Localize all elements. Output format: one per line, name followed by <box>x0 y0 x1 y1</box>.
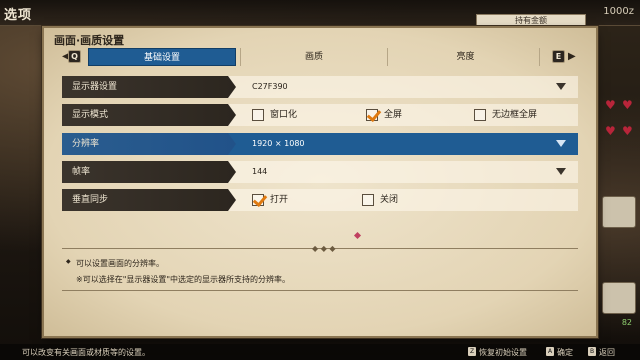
tab-brightness[interactable]: 亮度 <box>392 48 540 66</box>
confirm-button[interactable]: A 确定 <box>546 347 573 358</box>
description-line-1: 可以设置画面的分辨率。 <box>76 259 164 268</box>
setting-label: 垂直同步 <box>62 189 236 211</box>
option-label: 无边框全屏 <box>492 110 538 120</box>
back-button[interactable]: B 返回 <box>588 347 615 358</box>
checkmark-icon[interactable] <box>366 109 378 121</box>
dropdown-arrow-icon[interactable] <box>556 168 566 175</box>
setting-label: 分辨率 <box>62 133 236 155</box>
option-vsync-off[interactable]: 关闭 <box>362 193 398 207</box>
description-line-2: ※可以选择在"显示器设置"中选定的显示器所支持的分辨率。 <box>76 275 291 284</box>
monitor-value: C27F390 <box>252 82 288 91</box>
description-divider: ◆ ◆ ◆ <box>62 244 578 256</box>
tab-prev-key[interactable]: Q <box>68 50 81 63</box>
screen-title: 选项 <box>4 8 33 23</box>
reset-defaults-button[interactable]: Z 恢复初始设置 <box>468 347 527 358</box>
setting-row-monitor[interactable]: 显示器设置 C27F390 <box>62 76 578 98</box>
heart-icon: ♥ <box>605 124 616 138</box>
key-b-icon: B <box>588 347 596 356</box>
pointer-cursor-icon <box>353 231 362 240</box>
background-card <box>602 282 636 314</box>
money-counter: 1000z <box>603 6 634 17</box>
frame-rate-value: 144 <box>252 167 268 176</box>
checkmark-icon[interactable] <box>252 194 264 206</box>
settings-panel: 画面·画质设置 ◀ Q 基础设置 画质 亮度 E ▶ 显示器设置 C27F390… <box>44 28 596 336</box>
panel-title: 画面·画质设置 <box>54 34 125 47</box>
control-label: 恢复初始设置 <box>479 348 527 357</box>
setting-row-vsync[interactable]: 垂直同步 打开 关闭 <box>62 189 578 211</box>
bullet-icon: ◆ <box>66 258 71 265</box>
option-borderless[interactable]: 无边框全屏 <box>474 108 537 122</box>
option-label: 打开 <box>270 195 289 205</box>
checkbox-icon[interactable] <box>362 194 374 206</box>
option-windowed[interactable]: 窗口化 <box>252 108 297 122</box>
heart-icon: ♥ <box>622 98 633 112</box>
dropdown-arrow-icon[interactable] <box>556 83 566 90</box>
option-label: 全屏 <box>384 110 403 120</box>
chevron-right-icon: ▶ <box>568 51 576 62</box>
option-fullscreen[interactable]: 全屏 <box>366 108 402 122</box>
key-z-icon: Z <box>468 347 476 356</box>
key-a-icon: A <box>546 347 554 356</box>
option-label: 关闭 <box>380 195 399 205</box>
dropdown-arrow-icon[interactable] <box>556 140 566 147</box>
bottom-bar: 可以改变有关画面或材质等的设置。 Z 恢复初始设置 A 确定 B 返回 <box>0 344 640 360</box>
description-rule <box>62 290 578 291</box>
background-card <box>602 196 636 228</box>
setting-row-resolution[interactable]: 分辨率 1920 × 1080 <box>62 133 578 155</box>
heart-icon: ♥ <box>622 124 633 138</box>
footer-hint: 可以改变有关画面或材质等的设置。 <box>22 348 150 357</box>
side-badge: 82 <box>621 318 632 327</box>
tab-next-key[interactable]: E <box>552 50 565 63</box>
control-label: 确定 <box>557 348 573 357</box>
option-vsync-on[interactable]: 打开 <box>252 193 288 207</box>
checkbox-icon[interactable] <box>252 109 264 121</box>
setting-label: 显示模式 <box>62 104 236 126</box>
background-money-tab: 持有金额 <box>476 14 586 28</box>
checkbox-icon[interactable] <box>474 109 486 121</box>
option-label: 窗口化 <box>270 110 298 120</box>
setting-row-display-mode[interactable]: 显示模式 窗口化 全屏 无边框全屏 <box>62 104 578 126</box>
tab-bar: ◀ Q 基础设置 画质 亮度 E ▶ <box>62 48 578 66</box>
setting-row-frame-rate[interactable]: 帧率 144 <box>62 161 578 183</box>
setting-label: 显示器设置 <box>62 76 236 98</box>
tab-basic-settings[interactable]: 基础设置 <box>88 48 236 66</box>
control-label: 返回 <box>599 348 615 357</box>
setting-label: 帧率 <box>62 161 236 183</box>
tab-image-quality[interactable]: 画质 <box>240 48 388 66</box>
ornament-icon: ◆ ◆ ◆ <box>312 244 336 253</box>
heart-icon: ♥ <box>605 98 616 112</box>
resolution-value: 1920 × 1080 <box>252 139 305 148</box>
